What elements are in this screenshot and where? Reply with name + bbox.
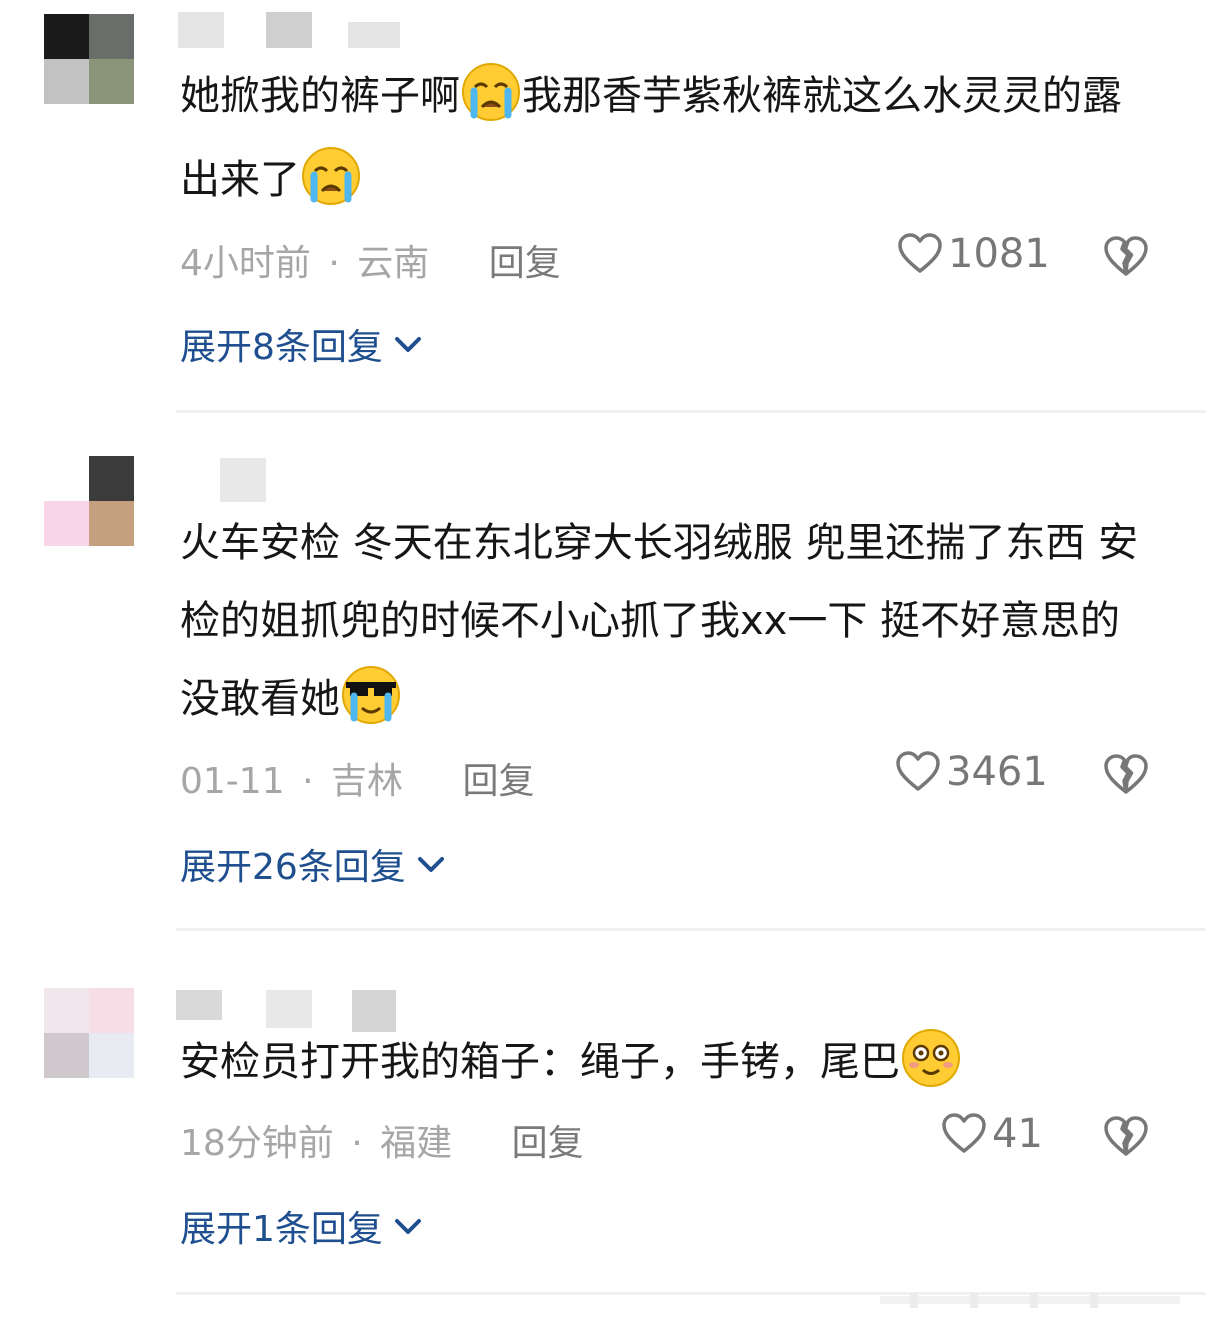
reply-button[interactable]: 回复 xyxy=(512,1123,584,1164)
comment-3: 安检员打开我的箱子：绳子，手铐，尾巴 18分钟前 · 福建 回复 41 展开1条… xyxy=(0,930,1206,1326)
heart-outline-icon xyxy=(896,751,940,791)
watermark-blur xyxy=(880,1290,1180,1310)
flushed-smiling-face-icon xyxy=(900,1027,962,1089)
location: 吉林 xyxy=(330,761,403,802)
timestamp: 4小时前 xyxy=(180,243,311,284)
expand-replies-button[interactable]: 展开8条回复 xyxy=(180,318,425,370)
comment-meta: 18分钟前 · 福建 回复 xyxy=(180,1114,584,1166)
username-blurred[interactable] xyxy=(178,12,658,48)
heart-outline-icon xyxy=(942,1113,986,1153)
location: 云南 xyxy=(357,243,430,284)
like-count: 3461 xyxy=(946,749,1048,795)
loudly-crying-face-icon xyxy=(460,61,522,123)
expand-replies-button[interactable]: 展开26条回复 xyxy=(180,838,448,890)
reply-button[interactable]: 回复 xyxy=(489,243,561,284)
separator: · xyxy=(302,761,314,802)
location: 福建 xyxy=(380,1123,453,1164)
timestamp: 01-11 xyxy=(180,761,285,802)
comment-text: 她掀我的裤子啊 我那香芋紫秋裤就这么水灵灵的露出来了 xyxy=(180,54,1150,222)
heart-outline-icon xyxy=(898,233,942,273)
like-button[interactable]: 41 xyxy=(940,1110,1043,1158)
broken-heart-icon[interactable] xyxy=(1102,232,1150,280)
timestamp: 18分钟前 xyxy=(180,1123,334,1164)
like-button[interactable]: 3461 xyxy=(894,748,1048,796)
chevron-down-icon xyxy=(394,1219,421,1234)
avatar[interactable] xyxy=(44,988,134,1078)
like-button[interactable]: 1081 xyxy=(896,230,1050,278)
comment-text: 火车安检 冬天在东北穿大长羽绒服 兜里还揣了东西 安检的姐抓兜的时候不小心抓了我… xyxy=(180,504,1150,738)
sunglasses-crying-face-icon xyxy=(340,664,402,726)
comment-text: 安检员打开我的箱子：绳子，手铐，尾巴 xyxy=(180,1020,1150,1104)
expand-replies-button[interactable]: 展开1条回复 xyxy=(180,1200,425,1252)
comment-2: 火车安检 冬天在东北穿大长羽绒服 兜里还揣了东西 安检的姐抓兜的时候不小心抓了我… xyxy=(0,412,1206,931)
avatar[interactable] xyxy=(44,14,134,104)
broken-heart-icon[interactable] xyxy=(1102,1112,1150,1160)
reply-button[interactable]: 回复 xyxy=(462,761,534,802)
username-blurred[interactable] xyxy=(220,458,266,502)
comment-meta: 01-11 · 吉林 回复 xyxy=(180,752,534,804)
like-count: 1081 xyxy=(948,231,1050,277)
chevron-down-icon xyxy=(417,857,444,872)
broken-heart-icon[interactable] xyxy=(1102,750,1150,798)
avatar[interactable] xyxy=(44,456,134,546)
separator: · xyxy=(328,243,340,284)
chevron-down-icon xyxy=(394,337,421,352)
like-count: 41 xyxy=(992,1111,1043,1157)
separator: · xyxy=(351,1123,363,1164)
loudly-crying-face-icon xyxy=(300,145,362,207)
comment-1: 她掀我的裤子啊 我那香芋紫秋裤就这么水灵灵的露出来了 4小时前 · 云南 回复 … xyxy=(0,0,1206,413)
comment-meta: 4小时前 · 云南 回复 xyxy=(180,234,561,286)
